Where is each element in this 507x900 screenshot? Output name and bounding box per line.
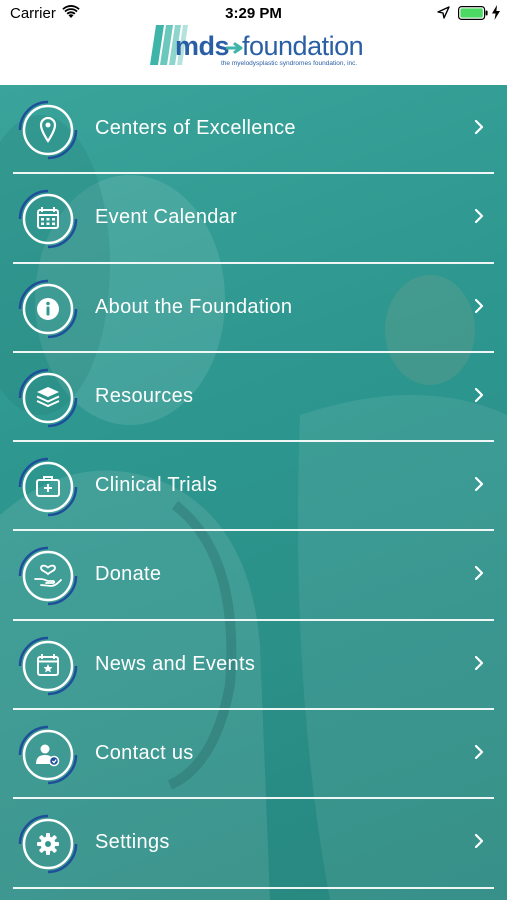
menu-item-donate[interactable]: Donate bbox=[0, 531, 507, 621]
chevron-right-icon bbox=[474, 655, 484, 670]
status-bar: Carrier 3:29 PM bbox=[0, 0, 507, 28]
menu-item-event-calendar[interactable]: Event Calendar bbox=[0, 174, 507, 264]
main-menu-area: Centers of Excellence Event Calendar Abo… bbox=[0, 85, 507, 900]
medical-kit-icon bbox=[18, 457, 78, 517]
clock: 3:29 PM bbox=[225, 5, 282, 22]
location-pin-icon bbox=[18, 100, 78, 160]
calendar-icon bbox=[18, 190, 78, 249]
location-arrow-icon bbox=[437, 6, 450, 19]
heart-hand-icon bbox=[18, 547, 78, 606]
menu-item-resources[interactable]: Resources bbox=[0, 353, 507, 443]
charging-bolt-icon bbox=[492, 5, 500, 20]
info-icon bbox=[18, 279, 78, 338]
menu-divider bbox=[13, 886, 494, 889]
menu-item-about-the-foundation[interactable]: About the Foundation bbox=[0, 264, 507, 353]
logo-mds: mds bbox=[175, 31, 230, 61]
chevron-right-icon bbox=[474, 744, 484, 760]
chevron-right-icon bbox=[474, 119, 484, 135]
layers-icon bbox=[18, 368, 78, 428]
chevron-right-icon bbox=[474, 209, 484, 224]
menu-item-label: Centers of Excellence bbox=[95, 117, 296, 139]
menu-item-label: News and Events bbox=[95, 652, 256, 675]
menu-item-centers-of-excellence[interactable]: Centers of Excellence bbox=[0, 85, 507, 175]
chevron-right-icon bbox=[474, 387, 484, 402]
menu-item-news-and-events[interactable]: News and Events bbox=[0, 621, 507, 711]
menu-item-clinical-trials[interactable]: Clinical Trials bbox=[0, 442, 507, 532]
chevron-right-icon bbox=[474, 566, 484, 581]
gear-icon bbox=[18, 815, 78, 874]
menu-item-label: Settings bbox=[95, 831, 170, 854]
mds-foundation-logo: mds foundation the myelodysplastic syndr… bbox=[150, 25, 364, 70]
contact-person-icon bbox=[18, 725, 78, 785]
menu-item-label: Resources bbox=[95, 384, 194, 407]
chevron-right-icon bbox=[474, 477, 484, 492]
logo-foundation: foundation bbox=[242, 31, 364, 61]
menu-item-label: About the Foundation bbox=[95, 295, 293, 318]
chevron-right-icon bbox=[474, 298, 484, 313]
menu-item-label: Event Calendar bbox=[95, 206, 238, 229]
chevron-right-icon bbox=[474, 834, 484, 849]
calendar-star-icon bbox=[18, 636, 78, 696]
battery-icon bbox=[458, 6, 488, 20]
menu-item-settings[interactable]: Settings bbox=[0, 799, 507, 889]
menu-item-label: Clinical Trials bbox=[95, 474, 218, 497]
menu-item-label: Contact us bbox=[95, 742, 194, 765]
menu-item-label: Donate bbox=[95, 563, 162, 586]
menu-item-contact-us[interactable]: Contact us bbox=[0, 710, 507, 800]
menu-list: Centers of Excellence Event Calendar Abo… bbox=[0, 85, 507, 889]
app-header: mds foundation the myelodysplastic syndr… bbox=[0, 25, 507, 85]
logo-tagline: the myelodysplastic syndromes foundation… bbox=[221, 60, 358, 67]
